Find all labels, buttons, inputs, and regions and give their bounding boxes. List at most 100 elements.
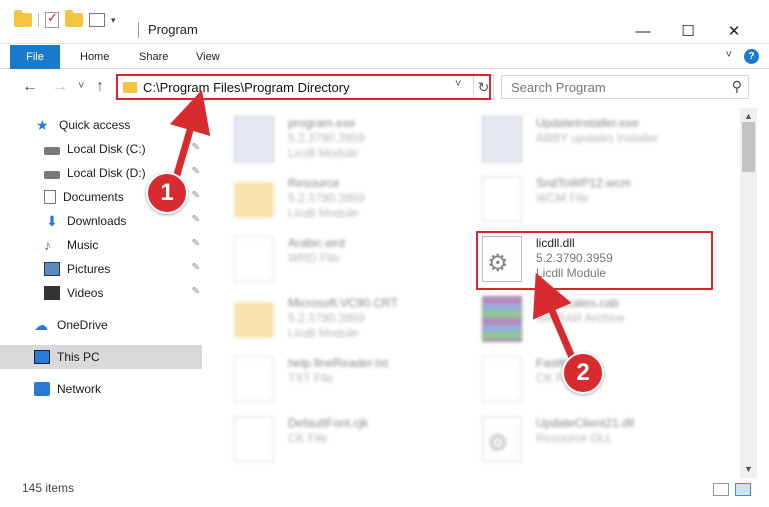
ribbon-tabs: File Home Share View ˅ ?	[0, 45, 769, 69]
step-2-marker: 2	[562, 352, 604, 394]
music-icon: ♪	[44, 237, 51, 253]
sidebar-item-label: Videos	[67, 286, 104, 300]
help-icon[interactable]: ?	[744, 49, 759, 64]
file-item[interactable]: DefaultFont.cjk CK File	[222, 412, 462, 468]
scroll-down-icon[interactable]: ▼	[740, 461, 757, 478]
collapse-ribbon-icon[interactable]: ˅	[726, 49, 732, 64]
pin-icon[interactable]: ✎	[192, 286, 200, 297]
sidebar-item-label: Local Disk (C:)	[67, 142, 146, 156]
pin-icon[interactable]: ✎	[192, 262, 200, 273]
pin-icon[interactable]: ✎	[192, 214, 200, 225]
file-type: Licdll Module	[288, 206, 359, 220]
sidebar-item-label: Documents	[63, 190, 124, 204]
archive-icon	[482, 296, 522, 342]
file-name: UpdateClient21.dll	[536, 416, 635, 430]
sidebar-item-videos[interactable]: Videos ✎	[0, 281, 202, 305]
customize-view-icon[interactable]	[89, 13, 105, 27]
close-button[interactable]: ✕	[711, 20, 757, 42]
search-placeholder: Search Program	[511, 80, 606, 95]
cloud-icon: ☁	[34, 317, 48, 333]
documents-icon	[44, 190, 56, 204]
sidebar-item-this-pc[interactable]: This PC	[0, 345, 202, 369]
sidebar-item-quick-access[interactable]: ★ Quick access	[0, 113, 202, 137]
tab-view[interactable]: View	[196, 45, 220, 69]
sidebar-item-label: Music	[67, 238, 99, 252]
properties-check-icon[interactable]	[45, 10, 59, 28]
window-title: Program	[148, 22, 198, 37]
sidebar-item-label: OneDrive	[57, 318, 108, 332]
file-list: program.exe 5.2.3790.3959 Licdll Module …	[212, 108, 740, 478]
drive-icon	[44, 170, 60, 179]
file-name: help.fineReader.txt	[288, 356, 389, 370]
file-name: Resource	[288, 176, 340, 190]
recent-locations-icon[interactable]: ˅	[78, 80, 84, 92]
title-divider	[138, 22, 139, 38]
document-icon	[482, 356, 522, 402]
pin-icon[interactable]: ✎	[192, 166, 200, 177]
file-item[interactable]: Arabic.wrd WRD File	[222, 232, 462, 288]
file-detail: Resource DLL	[536, 431, 613, 445]
folder-icon	[234, 302, 274, 338]
pin-icon[interactable]: ✎	[192, 142, 200, 153]
file-highlight-box	[476, 231, 713, 290]
file-item[interactable]: UpdateClient21.dll Resource DLL	[470, 412, 710, 468]
item-count: 145 items	[22, 481, 75, 495]
file-detail: 5.2.3790.3959	[288, 311, 365, 325]
quick-access-toolbar: ▾	[14, 10, 116, 28]
document-icon	[482, 176, 522, 222]
file-name: UpdateInstaller.exe	[536, 116, 639, 130]
file-item[interactable]: help.fineReader.txt TXT File	[222, 352, 462, 408]
pin-icon[interactable]: ✎	[192, 238, 200, 249]
file-item[interactable]: SndToWP12.wcm WCM File	[470, 172, 710, 228]
file-detail: ABBY updates installer	[536, 131, 659, 145]
sidebar-item-network[interactable]: Network	[0, 377, 202, 401]
folder-icon[interactable]	[14, 10, 32, 27]
up-arrow-icon[interactable]: ↑	[96, 78, 104, 96]
address-highlight-box	[116, 74, 491, 100]
tab-home[interactable]: Home	[80, 45, 109, 69]
file-detail: WinRAR Archive	[536, 311, 625, 325]
search-icon[interactable]: ⚲	[732, 78, 742, 95]
document-icon	[234, 356, 274, 402]
sidebar-item-pictures[interactable]: Pictures ✎	[0, 257, 202, 281]
tab-file[interactable]: File	[10, 45, 60, 69]
document-icon	[234, 416, 274, 462]
status-bar: 145 items	[0, 478, 769, 507]
file-type: Licdll Module	[288, 146, 359, 160]
pin-icon[interactable]: ✎	[192, 190, 200, 201]
file-item[interactable]: program.exe 5.2.3790.3959 Licdll Module	[222, 112, 462, 168]
file-name: SndToWP12.wcm	[536, 176, 631, 190]
dll-gear-icon	[482, 416, 522, 462]
scrollbar-thumb[interactable]	[742, 122, 755, 172]
search-input[interactable]: Search Program ⚲	[501, 75, 749, 99]
file-item[interactable]: Microsoft.VC90.CRT 5.2.3790.3959 Licdll …	[222, 292, 462, 348]
sidebar-item-label: Downloads	[67, 214, 127, 228]
vertical-scrollbar[interactable]: ▲ ▼	[740, 108, 757, 478]
videos-icon	[44, 286, 60, 300]
sidebar-item-local-disk-c[interactable]: Local Disk (C:) ✎	[0, 137, 202, 161]
new-folder-icon[interactable]	[65, 10, 83, 27]
star-icon: ★	[36, 117, 49, 133]
sidebar-item-music[interactable]: ♪ Music ✎	[0, 233, 202, 257]
pictures-icon	[44, 262, 60, 276]
tab-share[interactable]: Share	[139, 45, 168, 69]
file-item[interactable]: Certificates.cab WinRAR Archive	[470, 292, 710, 348]
navigation-pane: ★ Quick access Local Disk (C:) ✎ Local D…	[0, 108, 208, 478]
file-item[interactable]: Resource 5.2.3790.3959 Licdll Module	[222, 172, 462, 228]
file-detail: 5.2.3790.3959	[288, 131, 365, 145]
file-name: Certificates.cab	[536, 296, 619, 310]
sidebar-item-onedrive[interactable]: ☁ OneDrive	[0, 313, 202, 337]
minimize-button[interactable]: —	[620, 20, 666, 42]
network-icon	[34, 382, 50, 396]
tiles-view-icon[interactable]	[735, 483, 751, 496]
details-view-icon[interactable]	[713, 483, 729, 496]
file-item[interactable]: UpdateInstaller.exe ABBY updates install…	[470, 112, 710, 168]
exe-icon	[234, 116, 274, 162]
forward-arrow-icon[interactable]: →	[52, 78, 68, 96]
back-arrow-icon[interactable]: ←	[22, 78, 38, 96]
file-detail: TXT File	[288, 371, 334, 385]
file-detail: WRD File	[288, 251, 340, 265]
toolbar-dropdown-icon[interactable]: ▾	[111, 15, 116, 26]
file-detail: 5.2.3790.3959	[288, 191, 365, 205]
maximize-button[interactable]: ☐	[665, 20, 711, 42]
